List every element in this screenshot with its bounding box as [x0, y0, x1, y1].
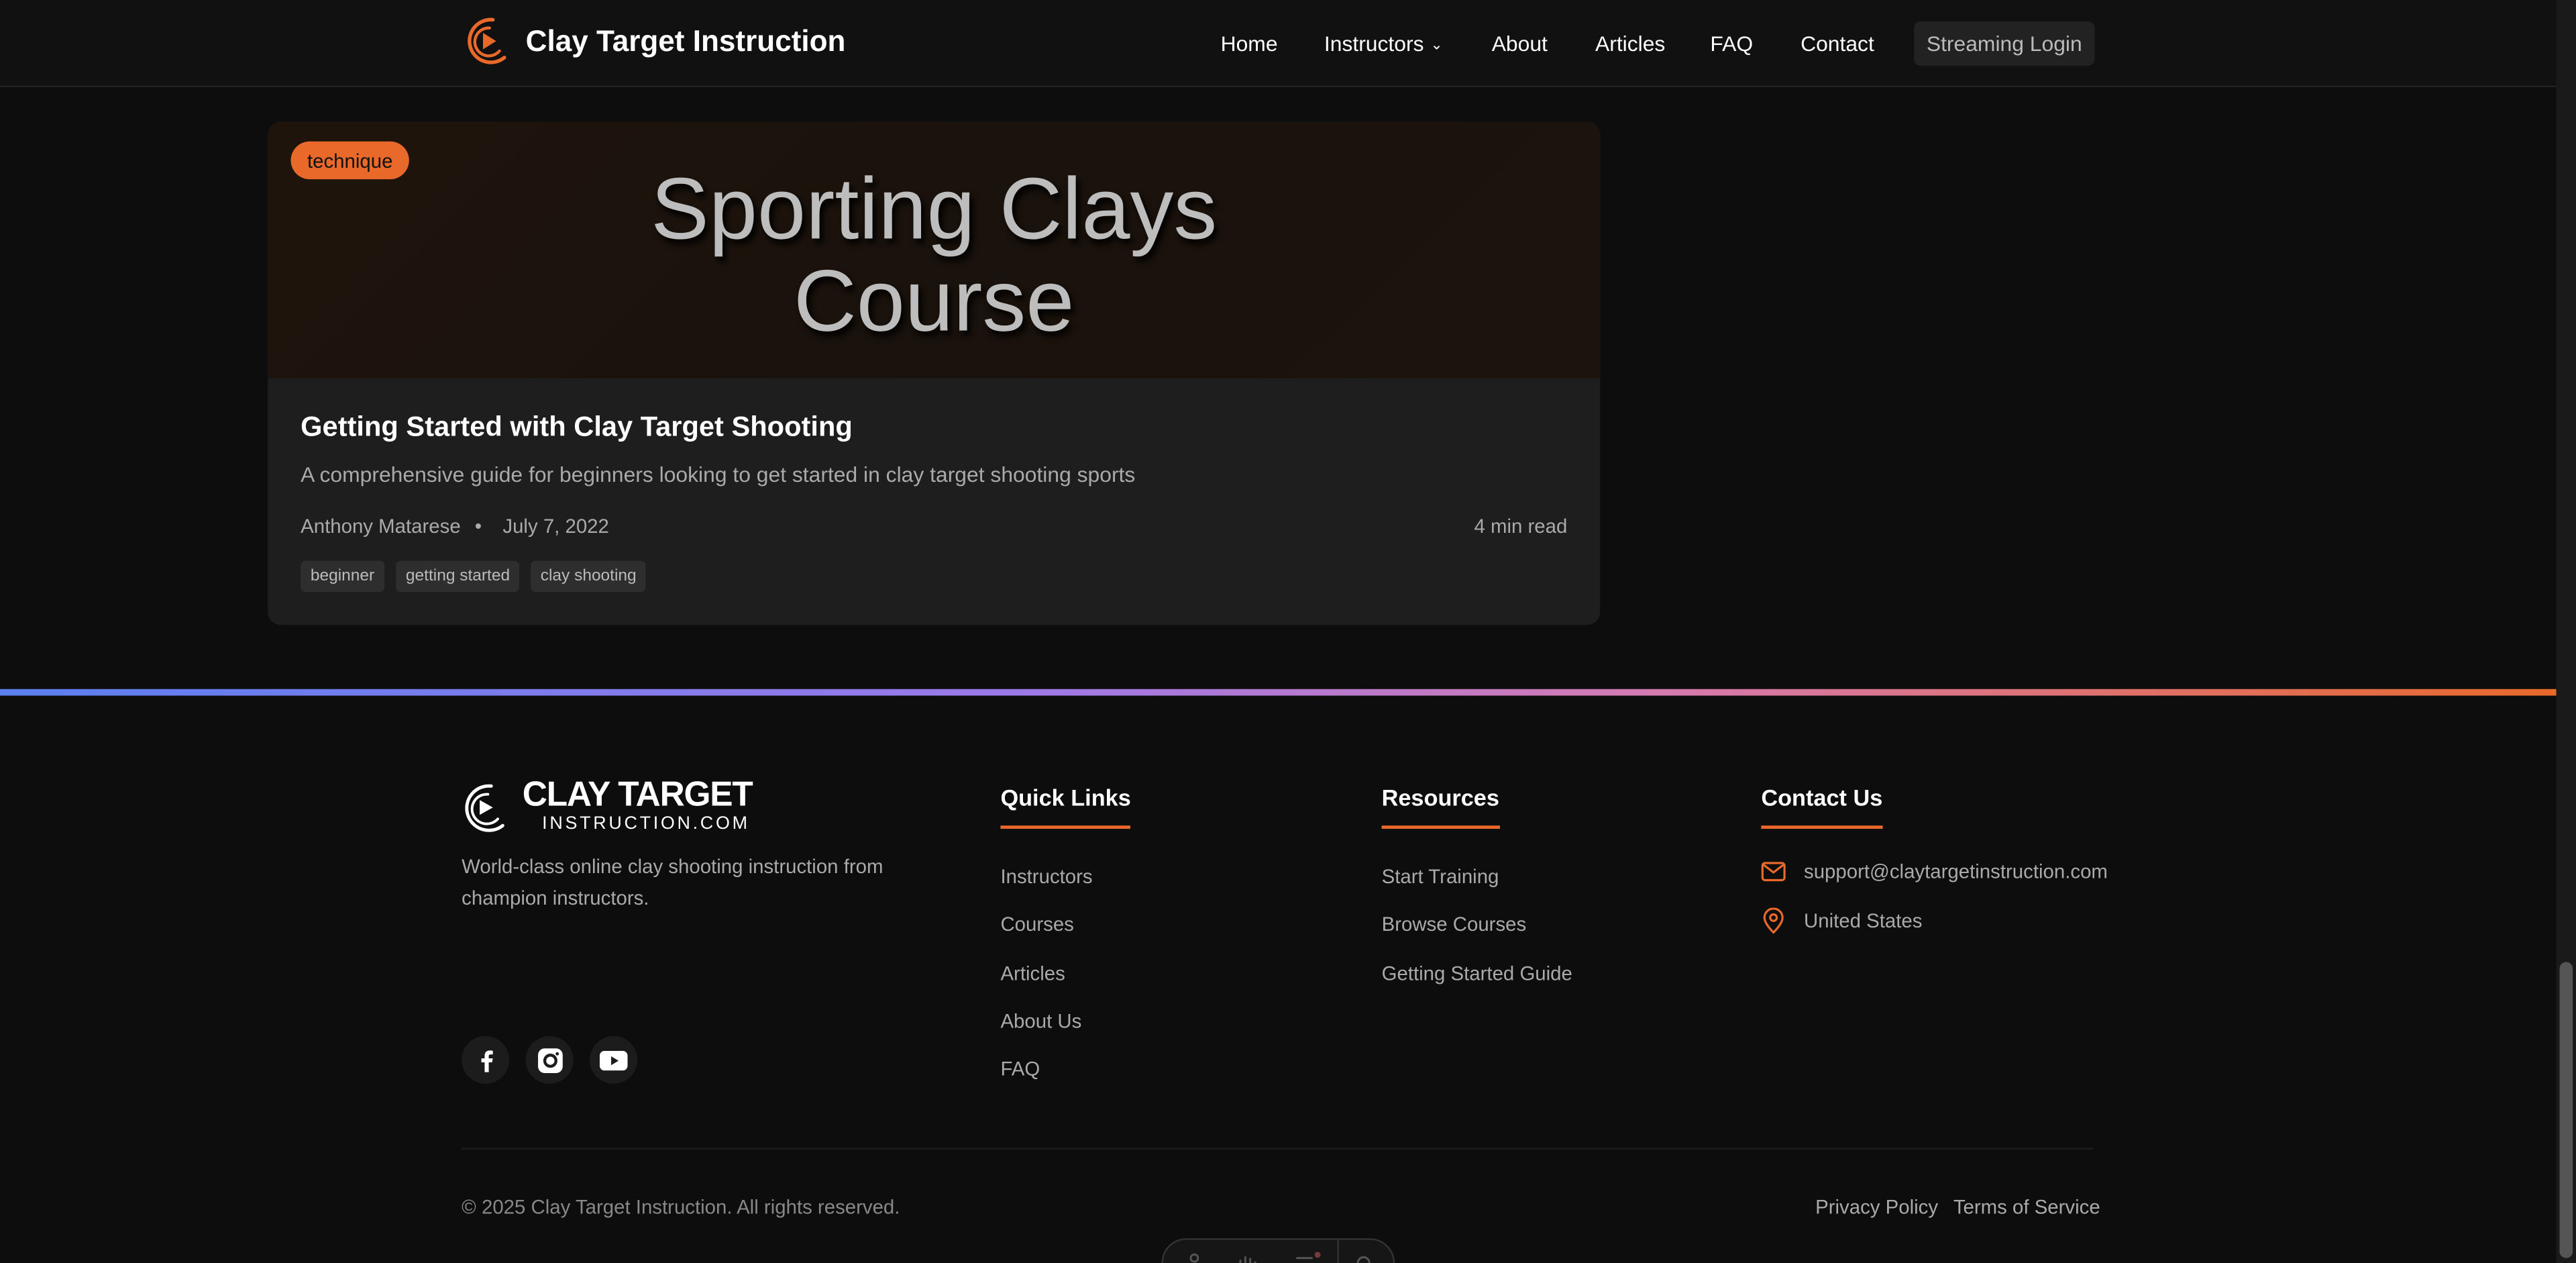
copyright-text: © 2025 Clay Target Instruction. All righ… [462, 1195, 900, 1219]
nav-home[interactable]: Home [1221, 32, 1278, 56]
footer-link-courses[interactable]: Courses [1000, 913, 1073, 936]
instagram-link[interactable] [525, 1035, 574, 1084]
play-logo-icon [468, 17, 506, 64]
youtube-link[interactable] [590, 1035, 638, 1084]
category-badge[interactable]: technique [290, 141, 409, 180]
footer-logo[interactable]: CLAY TARGET INSTRUCTION.COM [462, 776, 753, 836]
article-date: July 7, 2022 [502, 515, 609, 538]
toolbar-gear-icon[interactable] [1354, 1253, 1373, 1263]
meta-separator: • [474, 515, 482, 538]
footer-divider [462, 1148, 2094, 1150]
mail-icon [1761, 862, 1786, 882]
contact-email: support@claytargetinstruction.com [1804, 860, 2108, 883]
page: Clay Target Instruction Home Instructors… [0, 0, 2576, 1263]
brand-name: Clay Target Instruction [525, 23, 846, 57]
quick-links-heading: Quick Links [1000, 785, 1131, 829]
nav-contact[interactable]: Contact [1801, 32, 1874, 56]
tag-clay-shooting[interactable]: clay shooting [531, 560, 647, 593]
article-author: Anthony Matarese [301, 515, 461, 538]
footer-link-about-us[interactable]: About Us [1000, 1010, 1081, 1033]
facebook-link[interactable] [462, 1035, 510, 1084]
map-pin-icon [1763, 907, 1784, 934]
chevron-down-icon: ⌄ [1430, 36, 1443, 53]
contact-location-row: United States [1761, 907, 1923, 934]
facebook-icon [480, 1050, 492, 1072]
thumbnail-text-line1: Sporting Clays [651, 161, 1218, 258]
contact-email-row[interactable]: support@claytargetinstruction.com [1761, 860, 2108, 883]
nav-instructors[interactable]: Instructors ⌄ [1324, 32, 1443, 56]
instagram-icon [537, 1047, 562, 1072]
streaming-login-button[interactable]: Streaming Login [1914, 21, 2095, 66]
play-logo-icon [465, 783, 504, 831]
nav-instructors-label: Instructors [1324, 31, 1424, 56]
toolbar-person-icon[interactable] [1186, 1253, 1202, 1263]
footer-link-start-training[interactable]: Start Training [1382, 865, 1499, 888]
footer-tagline: World-class online clay shooting instruc… [462, 855, 883, 910]
youtube-icon [599, 1050, 628, 1070]
contact-heading: Contact Us [1761, 785, 1883, 829]
footer-logo-sub: INSTRUCTION.COM [542, 813, 750, 834]
nav-about[interactable]: About [1492, 32, 1548, 56]
site-header: Clay Target Instruction Home Instructors… [0, 0, 2557, 87]
nav-faq[interactable]: FAQ [1710, 32, 1753, 56]
tag-getting-started[interactable]: getting started [396, 560, 520, 593]
read-time: 4 min read [1474, 515, 1568, 538]
resources-heading: Resources [1381, 785, 1499, 829]
tag-beginner[interactable]: beginner [301, 560, 384, 593]
privacy-policy-link[interactable]: Privacy Policy [1815, 1196, 1938, 1219]
footer-link-instructors[interactable]: Instructors [1000, 865, 1092, 888]
footer-gradient-divider [0, 689, 2557, 696]
toolbar-separator [1337, 1240, 1339, 1263]
footer-link-getting-started-guide[interactable]: Getting Started Guide [1382, 962, 1572, 985]
footer-logo-main: CLAY TARGET [522, 776, 753, 814]
article-title[interactable]: Getting Started with Clay Target Shootin… [301, 411, 853, 444]
brand-logo[interactable]: Clay Target Instruction [465, 15, 846, 67]
article-description: A comprehensive guide for beginners look… [301, 462, 1136, 487]
scrollbar-thumb[interactable] [2559, 962, 2573, 1258]
contact-location: United States [1804, 909, 1923, 933]
thumbnail-text-line2: Course [794, 253, 1075, 350]
floating-toolbar[interactable] [1161, 1238, 1395, 1263]
terms-of-service-link[interactable]: Terms of Service [1953, 1196, 2100, 1219]
footer-link-faq[interactable]: FAQ [1000, 1058, 1040, 1080]
nav-articles[interactable]: Articles [1595, 32, 1665, 56]
toolbar-hand-icon[interactable] [1237, 1253, 1256, 1263]
article-card[interactable]: Sporting Clays Course technique Getting … [268, 121, 1601, 625]
footer-link-articles[interactable]: Articles [1000, 962, 1065, 985]
article-thumbnail: Sporting Clays Course technique [268, 121, 1601, 378]
toolbar-menu-icon[interactable] [1295, 1252, 1321, 1263]
footer-link-browse-courses[interactable]: Browse Courses [1382, 913, 1527, 936]
